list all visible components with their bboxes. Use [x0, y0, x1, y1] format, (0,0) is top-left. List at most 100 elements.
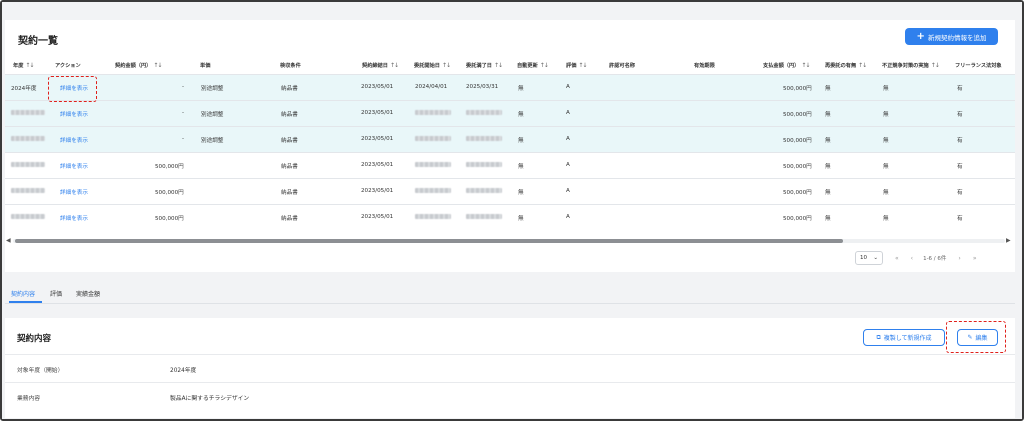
- cell-auto-renew: 無: [518, 190, 524, 196]
- column-header[interactable]: 委託満了日 ↑↓: [466, 62, 503, 69]
- add-contract-button[interactable]: + 新規契約情報を追加: [905, 28, 998, 45]
- cell-signed: 2023/05/01: [361, 136, 394, 142]
- cell-acceptance: 納品書: [281, 216, 298, 222]
- column-header[interactable]: 支払金額（円） ↑↓: [763, 62, 810, 69]
- sort-icon: ↑↓: [578, 62, 587, 69]
- sort-icon: ↑↓: [539, 62, 549, 69]
- per-page-select[interactable]: 10 ⌄: [855, 251, 883, 265]
- page-range: 1-6 / 6件: [923, 256, 947, 262]
- first-page-icon[interactable]: «: [895, 255, 899, 262]
- cell-subcontract: 無: [825, 138, 831, 144]
- cell-year-redacted: [11, 188, 45, 194]
- annotation-highlight-details-link: [48, 76, 97, 102]
- sort-icon: ↑↓: [25, 62, 34, 69]
- cell-end-redacted: [466, 110, 502, 116]
- scroll-right-icon[interactable]: ▶: [1006, 237, 1011, 244]
- cell-rating: A: [566, 136, 570, 142]
- cell-auto-renew: 無: [518, 112, 524, 118]
- cell-signed: 2023/05/01: [361, 162, 394, 168]
- detail-label: 業務内容: [17, 396, 41, 402]
- cell-auto-renew: 無: [518, 164, 524, 170]
- view-details-link[interactable]: 詳細を表示: [60, 214, 88, 222]
- detail-value: 製品Aに関するチラシデザイン: [170, 396, 250, 402]
- cell-year-redacted: [11, 110, 45, 116]
- cell-acceptance: 納品書: [281, 112, 298, 118]
- cell-start-redacted: [415, 136, 451, 142]
- add-contract-label: 新規契約情報を追加: [927, 33, 987, 42]
- cell-unit: -: [182, 110, 185, 116]
- cell-auto-renew: 無: [518, 138, 524, 144]
- cell-acceptance: 納品書: [281, 86, 298, 92]
- annotation-highlight-edit-button: [946, 321, 1006, 353]
- cell-payment: 500,000円: [783, 216, 812, 222]
- cell-rating: A: [566, 214, 570, 220]
- next-page-icon[interactable]: ›: [958, 255, 960, 262]
- cell-unit: -: [182, 84, 185, 90]
- column-header: アクション: [55, 63, 81, 69]
- cell-freelance: 有: [957, 164, 963, 170]
- cell-end-redacted: [466, 136, 502, 142]
- tab-evaluation[interactable]: 評価: [50, 289, 62, 298]
- detail-tabs: 契約内容 評価 実績金額: [5, 284, 1015, 304]
- column-header[interactable]: 自動更新 ↑↓: [517, 62, 549, 69]
- sort-icon: ↑↓: [153, 62, 162, 69]
- tab-actual-amount[interactable]: 実績金額: [76, 289, 100, 298]
- cell-acceptance: 納品書: [281, 164, 298, 170]
- cell-start: 2024/04/01: [415, 84, 448, 90]
- cell-rating: A: [566, 162, 570, 168]
- sort-icon: ↑↓: [441, 62, 451, 69]
- view-details-link[interactable]: 詳細を表示: [60, 162, 88, 170]
- column-header: 有効期限: [694, 63, 715, 69]
- column-header: 許認可名称: [609, 63, 635, 69]
- cell-signed: 2023/05/01: [361, 188, 394, 194]
- table-row: 詳細を表示 - 別途調整 納品書 2023/05/01 無 A 500,000円…: [5, 100, 1015, 126]
- cell-freelance: 有: [957, 190, 963, 196]
- cell-payment: 500,000円: [783, 190, 812, 196]
- chevron-down-icon: ⌄: [873, 255, 878, 261]
- last-page-icon[interactable]: »: [973, 255, 977, 262]
- table-header: 年度 ↑↓ アクション 契約金額（円） ↑↓ 単価 検収条件 契約締結日 ↑↓ 委託開…: [5, 58, 1015, 74]
- scroll-left-icon[interactable]: ◀: [6, 237, 11, 244]
- cell-end-redacted: [466, 162, 502, 168]
- column-header[interactable]: 契約締結日 ↑↓: [362, 62, 399, 69]
- view-details-link[interactable]: 詳細を表示: [60, 188, 88, 196]
- cell-acceptance: 納品書: [281, 138, 298, 144]
- column-header[interactable]: 年度 ↑↓: [13, 62, 34, 69]
- cell-freelance: 有: [957, 138, 963, 144]
- per-page-value: 10: [860, 255, 867, 261]
- cell-payment: 500,000円: [783, 86, 812, 92]
- cell-fraud: 無: [883, 190, 889, 196]
- cell-amount: 500,000円: [155, 190, 184, 196]
- column-header[interactable]: 評価 ↑↓: [566, 62, 587, 69]
- column-header[interactable]: 不正競争対策の実施 ↑↓: [882, 62, 940, 69]
- prev-page-icon[interactable]: ‹: [911, 255, 913, 262]
- table-row: 詳細を表示 500,000円 納品書 2023/05/01 無 A 500,00…: [5, 204, 1015, 230]
- column-header[interactable]: 再委託の有無 ↑↓: [825, 62, 867, 69]
- cell-end: 2025/03/31: [466, 84, 499, 90]
- table-row: 2024年度 詳細を表示 - 別途調整 納品書 2023/05/01 2024/…: [5, 74, 1015, 100]
- scrollbar-thumb[interactable]: [15, 239, 843, 243]
- cell-fraud: 無: [883, 112, 889, 118]
- cell-amount: 500,000円: [155, 164, 184, 170]
- horizontal-scrollbar[interactable]: ◀ ▶: [5, 237, 1015, 245]
- cell-end-redacted: [466, 214, 502, 220]
- cell-unit-note: 別途調整: [201, 138, 224, 144]
- duplicate-create-button[interactable]: ⧉ 複製して新規作成: [863, 329, 945, 346]
- column-header: フリーランス法対象: [955, 63, 1002, 69]
- detail-title: 契約内容: [17, 334, 52, 344]
- view-details-link[interactable]: 詳細を表示: [60, 136, 88, 144]
- column-header[interactable]: 委託開始日 ↑↓: [414, 62, 451, 69]
- column-header: 検収条件: [280, 63, 301, 69]
- cell-payment: 500,000円: [783, 164, 812, 170]
- cell-amount: 500,000円: [155, 216, 184, 222]
- column-header[interactable]: 契約金額（円） ↑↓: [115, 62, 162, 69]
- cell-subcontract: 無: [825, 112, 831, 118]
- cell-signed: 2023/05/01: [361, 214, 394, 220]
- cell-auto-renew: 無: [518, 216, 524, 222]
- cell-unit: -: [182, 136, 185, 142]
- cell-fraud: 無: [883, 216, 889, 222]
- table-row: 詳細を表示 - 別途調整 納品書 2023/05/01 無 A 500,000円…: [5, 126, 1015, 152]
- view-details-link[interactable]: 詳細を表示: [60, 110, 88, 118]
- cell-start-redacted: [415, 214, 451, 220]
- tab-contract-content[interactable]: 契約内容: [11, 289, 35, 298]
